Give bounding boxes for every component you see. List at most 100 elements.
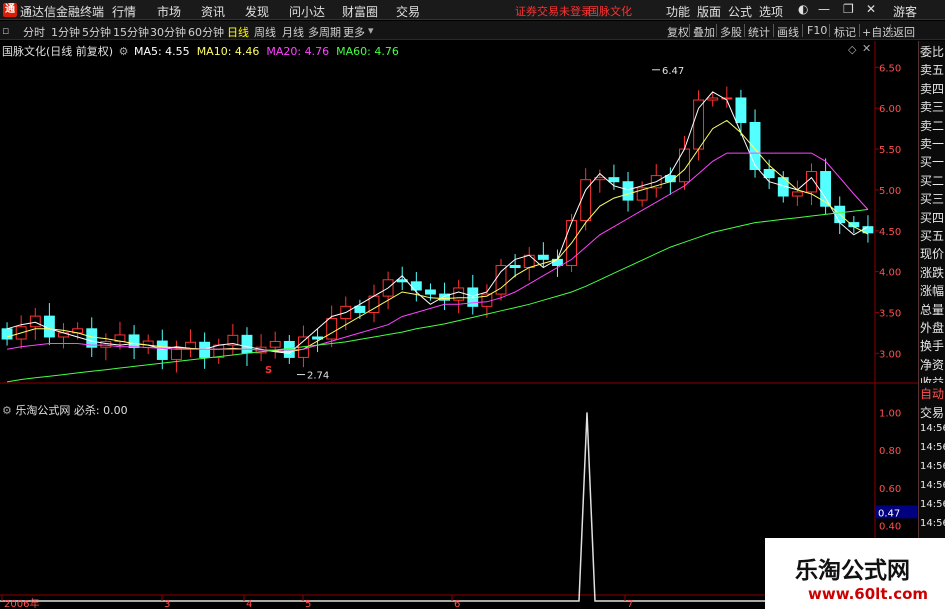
- candle-body[interactable]: [425, 289, 436, 295]
- adjust-button[interactable]: 复权: [667, 24, 689, 40]
- menu-item-layout[interactable]: 版面: [697, 3, 721, 20]
- divider: [744, 24, 745, 37]
- tab-daily[interactable]: 日线: [227, 24, 249, 40]
- candle-body[interactable]: [608, 177, 620, 183]
- chart-area[interactable]: 6.50 6.00 5.50 5.00 4.50 4.00 3.50 3.00 1.00 0.80…: [0, 41, 945, 609]
- candle-body[interactable]: [763, 168, 775, 179]
- stats-button[interactable]: 统计: [748, 24, 770, 40]
- current-value-label: 0.47: [878, 508, 900, 519]
- menu-item-markets[interactable]: 市场: [157, 3, 181, 20]
- candle-body[interactable]: [156, 340, 168, 360]
- candle-body[interactable]: [29, 315, 41, 328]
- tab-weekly[interactable]: 周线: [254, 24, 276, 40]
- menu-bar: 通 通达信金融终端 行情 市场 资讯 发现 问小达 财富圈 交易 证券交易未登录…: [0, 0, 945, 20]
- mark-button[interactable]: 标记: [834, 24, 856, 40]
- tab-multi-period[interactable]: 多周期: [308, 24, 341, 40]
- menu-item-discover[interactable]: 发现: [245, 3, 269, 20]
- menu-item-market[interactable]: 行情: [112, 3, 136, 20]
- draw-line-button[interactable]: 画线: [777, 24, 799, 40]
- menu-item-function[interactable]: 功能: [666, 3, 690, 20]
- sub-chart-title[interactable]: 乐淘公式网: [15, 404, 70, 417]
- orderbook-label: 涨幅: [920, 284, 945, 299]
- orderbook-label: 卖三: [920, 100, 945, 115]
- sell-signal-marker[interactable]: S: [265, 365, 272, 376]
- orderbook-label: 外盘: [920, 321, 945, 335]
- tab-60min[interactable]: 60分钟: [188, 24, 224, 40]
- watermark-url: www.60lt.com: [808, 585, 929, 603]
- candle-body[interactable]: [241, 334, 253, 354]
- tick-time-label: 14:56: [920, 461, 945, 472]
- candle-body[interactable]: [820, 171, 832, 207]
- app-logo-icon: 通: [3, 3, 17, 17]
- orderbook-label: 卖五: [920, 63, 945, 78]
- x-tick-label: 2006年: [4, 597, 39, 609]
- orderbook-label: 换手: [920, 339, 945, 354]
- low-price-label: 2.74: [307, 371, 329, 382]
- candle-body[interactable]: [537, 254, 549, 260]
- close-pane-icon[interactable]: ✕: [862, 42, 871, 55]
- kline-chart-svg[interactable]: 6.50 6.00 5.50 5.00 4.50 4.00 3.50 3.00 1.00 0.80…: [0, 41, 945, 609]
- candle-body[interactable]: [749, 121, 761, 170]
- tab-monthly[interactable]: 月线: [282, 24, 304, 40]
- multi-stock-button[interactable]: 多股: [720, 24, 742, 40]
- divider: [829, 24, 830, 37]
- tab-more[interactable]: 更多: [343, 24, 365, 40]
- menu-item-ask[interactable]: 问小达: [289, 3, 325, 20]
- menu-item-formula[interactable]: 公式: [728, 3, 752, 20]
- candle-body[interactable]: [199, 341, 211, 358]
- tab-15min[interactable]: 15分钟: [113, 24, 149, 40]
- candle-body[interactable]: [128, 334, 140, 349]
- candle-body[interactable]: [170, 348, 182, 360]
- divider: [773, 24, 774, 37]
- candle-body[interactable]: [791, 191, 803, 197]
- overlay-button[interactable]: 叠加: [693, 24, 715, 40]
- settings-icon[interactable]: ⚙: [2, 404, 12, 417]
- candle-body[interactable]: [1, 328, 13, 340]
- candle-body[interactable]: [326, 318, 338, 340]
- candle-body[interactable]: [523, 254, 535, 269]
- f10-button[interactable]: F10: [807, 24, 827, 37]
- tab-30min[interactable]: 30分钟: [150, 24, 186, 40]
- menu-item-options[interactable]: 选项: [759, 3, 783, 20]
- back-button[interactable]: 返回: [893, 24, 915, 40]
- candle-body[interactable]: [707, 97, 719, 101]
- sub-y-tick-label: 0.80: [879, 446, 901, 457]
- y-tick-label: 5.00: [879, 186, 901, 197]
- candle-body[interactable]: [43, 315, 55, 338]
- menu-item-wealth[interactable]: 财富圈: [342, 3, 378, 20]
- divider: [716, 24, 717, 37]
- auto-trade-label[interactable]: 交易: [920, 404, 944, 421]
- minimize-icon[interactable]: —: [818, 2, 830, 16]
- add-watchlist-button[interactable]: +自选: [862, 24, 893, 40]
- y-tick-label: 3.00: [879, 349, 901, 360]
- candle-body[interactable]: [213, 344, 225, 358]
- login-alert[interactable]: 证券交易未登录: [515, 3, 592, 19]
- auto-trade-label[interactable]: 自动: [920, 385, 944, 402]
- skin-icon[interactable]: ◐: [798, 2, 808, 16]
- diamond-icon[interactable]: ◇: [848, 43, 856, 56]
- toolbar-menu-icon[interactable]: ▫: [2, 24, 9, 37]
- menu-item-news[interactable]: 资讯: [201, 3, 225, 20]
- candle-body[interactable]: [693, 99, 705, 150]
- candle-body[interactable]: [509, 264, 521, 269]
- orderbook-label: 涨跌: [920, 265, 945, 280]
- dropdown-icon[interactable]: ▾: [368, 24, 374, 37]
- candle-body[interactable]: [806, 171, 817, 193]
- tab-5min[interactable]: 5分钟: [82, 24, 111, 40]
- restore-icon[interactable]: ❐: [843, 2, 854, 16]
- indicator-line: [0, 412, 875, 602]
- candle-body[interactable]: [735, 97, 747, 123]
- chart-title[interactable]: 国脉文化(日线 前复权): [2, 45, 113, 58]
- candle-body[interactable]: [622, 181, 634, 201]
- tab-intraday[interactable]: 分时: [23, 24, 45, 40]
- tab-1min[interactable]: 1分钟: [51, 24, 80, 40]
- user-label[interactable]: 游客: [893, 3, 917, 20]
- tick-time-label: 14:56: [920, 518, 945, 529]
- app-title: 通达信金融终端: [20, 5, 105, 19]
- candle-body[interactable]: [269, 340, 281, 348]
- settings-icon[interactable]: ⚙: [119, 45, 129, 58]
- sub-y-tick-label: 0.60: [879, 484, 901, 495]
- menu-item-trade[interactable]: 交易: [396, 3, 420, 20]
- candle-body[interactable]: [354, 305, 366, 313]
- close-icon[interactable]: ✕: [866, 2, 876, 16]
